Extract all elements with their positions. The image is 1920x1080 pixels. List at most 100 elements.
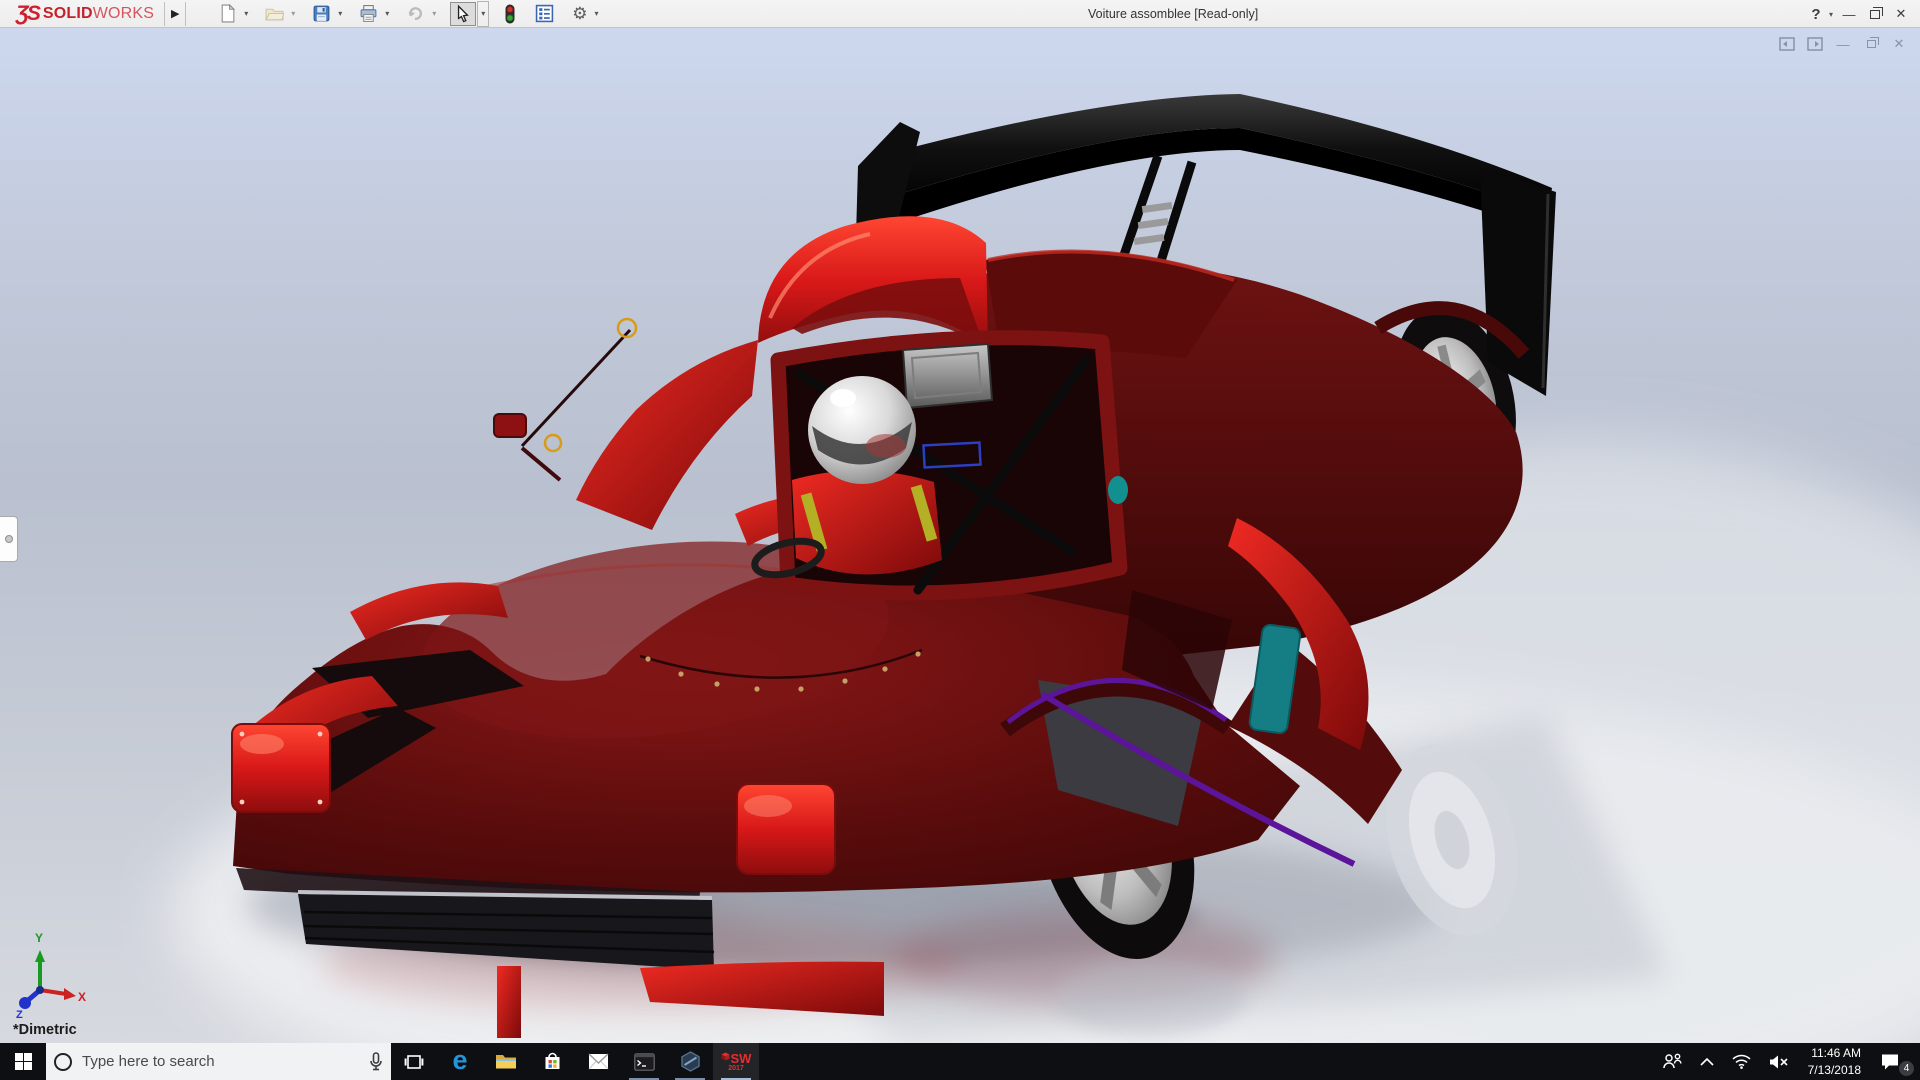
new-document-button[interactable] xyxy=(215,2,240,26)
brand-solid: SOLID xyxy=(43,5,93,23)
driver-helmet xyxy=(808,376,916,484)
sw-label: SW xyxy=(731,1052,752,1065)
action-center-button[interactable]: 4 xyxy=(1871,1043,1916,1080)
people-icon xyxy=(1662,1053,1682,1070)
file-explorer-icon xyxy=(495,1053,517,1071)
wifi-icon xyxy=(1732,1054,1751,1069)
hidden-icons-button[interactable] xyxy=(1691,1043,1723,1080)
options-dropdown[interactable]: ▾ xyxy=(592,2,602,26)
notification-badge: 4 xyxy=(1899,1061,1914,1076)
open-dropdown[interactable]: ▾ xyxy=(288,2,298,26)
brand-works: WORKS xyxy=(93,5,154,23)
next-pane-button[interactable] xyxy=(1804,34,1826,54)
quick-access-toolbar: ▾ ▾ ▾ xyxy=(214,0,601,28)
edge-icon: e xyxy=(452,1047,467,1074)
start-button[interactable] xyxy=(0,1043,46,1080)
close-button[interactable]: ✕ xyxy=(1888,2,1914,26)
doc-restore-icon xyxy=(1867,40,1876,48)
view-palette-button[interactable] xyxy=(532,2,557,26)
printer-icon xyxy=(359,4,378,23)
sw-year-label: 2017 xyxy=(728,1065,744,1072)
help-dropdown[interactable]: ▾ xyxy=(1826,2,1836,26)
task-view-icon xyxy=(404,1053,424,1071)
taskbar-search[interactable] xyxy=(46,1043,391,1080)
task-view-button[interactable] xyxy=(391,1043,437,1080)
undo-arrow-icon xyxy=(406,4,425,23)
command-prompt-button[interactable] xyxy=(621,1043,667,1080)
doc-minimize-button[interactable]: — xyxy=(1832,34,1854,54)
microphone-icon[interactable] xyxy=(369,1052,383,1072)
solidworks-taskbar-icon: SW 2017 xyxy=(721,1052,752,1072)
search-input[interactable] xyxy=(80,1052,361,1071)
print-dropdown[interactable]: ▾ xyxy=(382,2,392,26)
z-axis-label: Z xyxy=(16,1009,23,1020)
clock-date: 7/13/2018 xyxy=(1808,1062,1861,1078)
graphics-viewport[interactable]: — ✕ Y X Z *Dimetric xyxy=(0,28,1920,1043)
feature-manager-tab[interactable] xyxy=(0,516,18,562)
chevron-up-icon xyxy=(1700,1058,1714,1066)
undo-dropdown[interactable]: ▾ xyxy=(429,2,439,26)
gear-icon: ⚙ xyxy=(572,5,587,22)
orientation-triad: Y X Z xyxy=(12,928,90,1020)
network-button[interactable] xyxy=(1723,1043,1760,1080)
options-button[interactable]: ⚙ xyxy=(569,2,590,26)
edge-button[interactable]: e xyxy=(437,1043,483,1080)
display-states-button[interactable] xyxy=(500,2,520,26)
save-button[interactable] xyxy=(309,2,334,26)
minimize-button[interactable]: — xyxy=(1836,2,1862,26)
store-button[interactable] xyxy=(529,1043,575,1080)
print-button[interactable] xyxy=(356,2,381,26)
save-dropdown[interactable]: ▾ xyxy=(335,2,345,26)
taskbar: e xyxy=(0,1043,1920,1080)
volume-muted-icon xyxy=(1769,1054,1789,1070)
3d-scene[interactable] xyxy=(0,28,1920,1043)
new-document-dropdown[interactable]: ▾ xyxy=(241,2,251,26)
next-pane-icon xyxy=(1807,37,1823,51)
system-tray: 11:46 AM 7/13/2018 4 xyxy=(1653,1043,1920,1080)
doc-restore-button[interactable] xyxy=(1860,34,1882,54)
sketch-point xyxy=(545,435,561,451)
z-axis-ball xyxy=(19,997,31,1009)
desktop: ƷS SOLIDWORKS ▶ ▾ ▾ xyxy=(0,0,1920,1080)
restore-icon xyxy=(1870,10,1880,19)
help-button[interactable]: ? xyxy=(1806,2,1826,26)
solidworks-logo: ƷS SOLIDWORKS xyxy=(0,0,164,28)
clock[interactable]: 11:46 AM 7/13/2018 xyxy=(1798,1043,1871,1080)
windows-logo-icon xyxy=(15,1053,32,1070)
clock-time: 11:46 AM xyxy=(1811,1045,1861,1061)
front-right-box xyxy=(737,784,835,874)
cortana-icon xyxy=(54,1053,72,1071)
document-window-controls: — ✕ xyxy=(1776,34,1910,54)
open-folder-icon xyxy=(265,4,284,23)
traffic-light-icon xyxy=(503,4,517,24)
file-explorer-button[interactable] xyxy=(483,1043,529,1080)
solidworks-cube-icon xyxy=(721,1052,730,1061)
open-button[interactable] xyxy=(262,2,287,26)
restore-button[interactable] xyxy=(1862,2,1888,26)
y-axis-label: Y xyxy=(35,931,43,945)
select-tool-button[interactable] xyxy=(450,2,476,26)
volume-button[interactable] xyxy=(1760,1043,1798,1080)
new-document-icon xyxy=(218,4,237,23)
doc-close-button[interactable]: ✕ xyxy=(1888,34,1910,54)
solidworks-2017-button[interactable]: SW 2017 xyxy=(713,1043,759,1080)
previous-pane-button[interactable] xyxy=(1776,34,1798,54)
cursor-arrow-icon xyxy=(453,4,473,24)
people-button[interactable] xyxy=(1653,1043,1691,1080)
view-palette-icon xyxy=(535,4,554,23)
view-orientation-label: *Dimetric xyxy=(13,1022,77,1038)
y-axis-arrow xyxy=(35,950,45,962)
select-tool-dropdown[interactable]: ▾ xyxy=(477,1,489,27)
edrawings-button[interactable] xyxy=(667,1043,713,1080)
undo-button[interactable] xyxy=(403,2,428,26)
mail-icon xyxy=(588,1053,609,1070)
menu-flyout-button[interactable]: ▶ xyxy=(164,2,186,26)
mail-button[interactable] xyxy=(575,1043,621,1080)
splitter-post xyxy=(497,966,521,1038)
action-center-icon xyxy=(1880,1053,1900,1071)
x-axis-arrow xyxy=(64,988,76,1000)
document-title: Voiture assomblee [Read-only] xyxy=(1088,0,1258,28)
store-icon xyxy=(543,1052,562,1071)
command-prompt-icon xyxy=(634,1053,655,1071)
teal-knob xyxy=(1108,476,1128,504)
